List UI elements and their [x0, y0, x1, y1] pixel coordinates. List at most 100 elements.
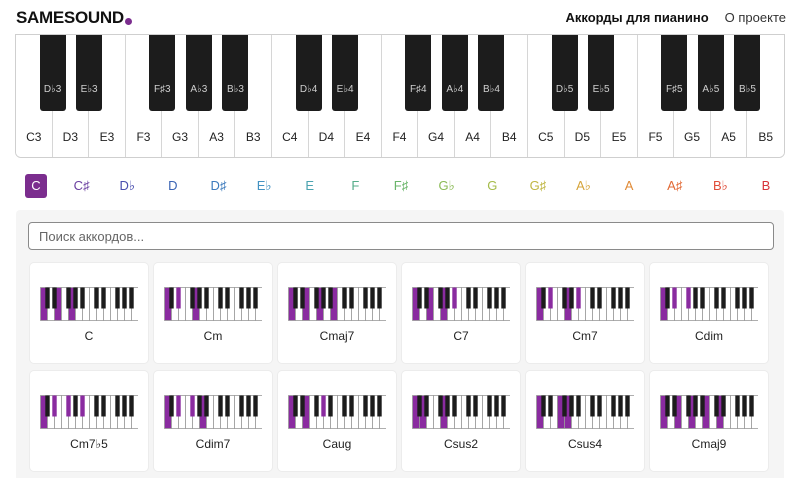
white-key-label: C4 [282, 130, 298, 144]
chord-card[interactable]: Csus2 [402, 371, 520, 471]
chord-card[interactable]: Caug [278, 371, 396, 471]
mini-black-key [300, 287, 305, 309]
white-key-label: A4 [465, 130, 480, 144]
chord-card[interactable]: Cm7♭5 [30, 371, 148, 471]
black-key[interactable]: D♭5 [551, 35, 578, 111]
mini-black-key [501, 287, 506, 309]
mini-black-key [115, 287, 120, 309]
black-key[interactable]: E♭4 [332, 35, 359, 111]
chord-card[interactable]: Cm [154, 263, 272, 363]
chord-card[interactable]: Cdim7 [154, 371, 272, 471]
root-note-button[interactable]: C♯ [69, 174, 95, 198]
mini-keyboard [288, 395, 386, 429]
mini-black-key [293, 395, 298, 417]
mini-black-key [363, 287, 368, 309]
mini-keyboard [412, 395, 510, 429]
mini-black-key [122, 395, 127, 417]
root-note-button[interactable]: F♯ [389, 174, 413, 198]
root-note-button[interactable]: G♭ [434, 174, 460, 198]
black-key-label: A♭3 [190, 84, 208, 95]
black-key[interactable]: E♭5 [588, 35, 615, 111]
nav-about[interactable]: О проекте [725, 10, 786, 25]
chord-card[interactable]: C [30, 263, 148, 363]
mini-black-key [700, 395, 705, 417]
mini-black-key-active [52, 395, 57, 417]
mini-black-key [618, 287, 623, 309]
chord-card[interactable]: Cm7 [526, 263, 644, 363]
mini-black-key [190, 287, 195, 309]
root-note-button[interactable]: E [300, 174, 319, 198]
main-nav: Аккорды для пианино О проекте [566, 10, 787, 25]
black-key[interactable]: E♭3 [76, 35, 103, 111]
black-key-label: F♯4 [409, 84, 427, 95]
root-note-button[interactable]: D [163, 174, 182, 198]
mini-black-key [548, 395, 553, 417]
mini-keyboard [288, 287, 386, 321]
root-note-button[interactable]: B [757, 174, 776, 198]
chord-name: Cdim7 [195, 437, 231, 451]
black-key[interactable]: D♭4 [295, 35, 322, 111]
mini-black-key [239, 395, 244, 417]
mini-black-key [129, 395, 134, 417]
nav-piano-chords[interactable]: Аккорды для пианино [566, 10, 709, 25]
root-note-button[interactable]: G♯ [525, 174, 552, 198]
white-key-label: E3 [99, 130, 115, 144]
mini-black-key [246, 395, 251, 417]
mini-black-key [101, 287, 106, 309]
black-key[interactable]: B♭5 [734, 35, 761, 111]
root-note-button[interactable]: E♭ [252, 174, 277, 198]
chord-card[interactable]: C7 [402, 263, 520, 363]
mini-black-key [204, 395, 209, 417]
black-key[interactable]: A♭3 [185, 35, 212, 111]
mini-black-key [721, 395, 726, 417]
chord-card[interactable]: Cdim [650, 263, 768, 363]
mini-black-key [197, 287, 202, 309]
mini-black-key [73, 287, 78, 309]
mini-black-key [562, 395, 567, 417]
mini-black-key [204, 287, 209, 309]
root-note-button[interactable]: C [25, 174, 47, 198]
logo[interactable]: SAMESOUND [16, 8, 132, 28]
black-key[interactable]: A♭5 [697, 35, 724, 111]
mini-black-key [66, 287, 71, 309]
mini-black-key [342, 395, 347, 417]
mini-black-key [693, 395, 698, 417]
chord-name: Caug [322, 437, 352, 451]
root-note-button[interactable]: A♭ [571, 174, 596, 198]
mini-black-key [742, 287, 747, 309]
mini-black-key [466, 287, 471, 309]
root-note-button[interactable]: G [482, 174, 502, 198]
white-key-label: D3 [62, 130, 79, 144]
mini-black-key [576, 395, 581, 417]
mini-black-key [239, 287, 244, 309]
mini-black-key [73, 395, 78, 417]
white-key-label: B4 [501, 130, 517, 144]
root-note-button[interactable]: B♭ [708, 174, 733, 198]
mini-black-key [714, 395, 719, 417]
chord-card[interactable]: Cmaj7 [278, 263, 396, 363]
black-key-label: D♭5 [555, 84, 574, 95]
black-key[interactable]: F♯3 [149, 35, 176, 111]
black-key[interactable]: A♭4 [441, 35, 468, 111]
root-note-button[interactable]: A♯ [662, 174, 687, 198]
chord-card[interactable]: Cmaj9 [650, 371, 768, 471]
mini-black-key [94, 395, 99, 417]
piano-keyboard: C3 D3 E3 F3 G3 A3 B3 C4 D4 E4 F4 G4 A4 B4 C5 D5 E5 F5 G5 A5… [15, 34, 785, 158]
root-note-button[interactable]: F [346, 174, 364, 198]
root-note-button[interactable]: A [620, 174, 639, 198]
mini-black-key [370, 287, 375, 309]
black-key[interactable]: D♭3 [39, 35, 66, 111]
black-key[interactable]: F♯5 [661, 35, 688, 111]
mini-black-key [321, 287, 326, 309]
black-key[interactable]: B♭4 [478, 35, 505, 111]
black-key-label: B♭5 [738, 84, 756, 95]
header: SAMESOUND Аккорды для пианино О проекте [0, 0, 800, 34]
chord-search-input[interactable] [28, 222, 774, 250]
mini-black-key [672, 395, 677, 417]
black-key[interactable]: F♯4 [405, 35, 432, 111]
root-note-button[interactable]: D♭ [114, 174, 140, 198]
root-note-button[interactable]: D♯ [206, 174, 232, 198]
black-key[interactable]: B♭3 [222, 35, 249, 111]
chord-card[interactable]: Csus4 [526, 371, 644, 471]
chord-name: Cmaj7 [319, 329, 355, 343]
